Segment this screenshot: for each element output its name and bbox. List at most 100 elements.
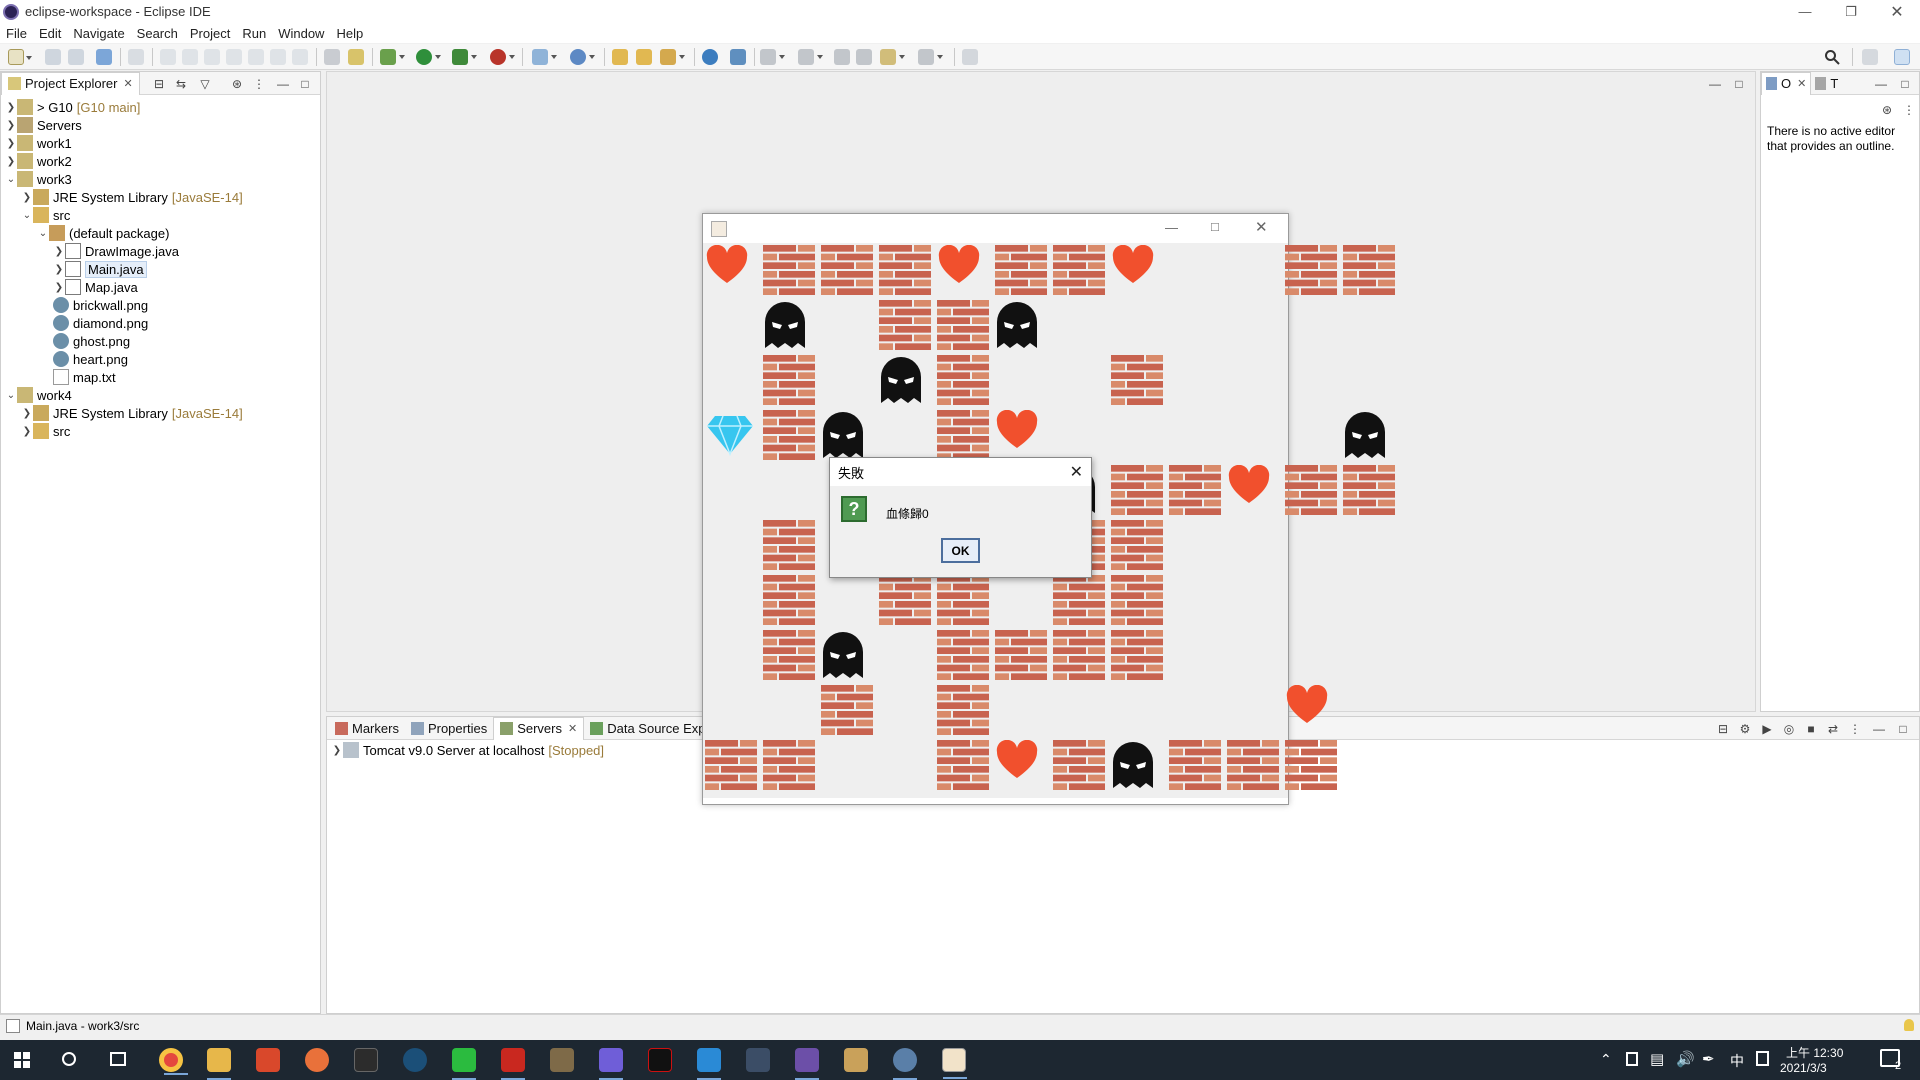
step-over-icon[interactable] bbox=[270, 49, 286, 65]
step-return-icon[interactable] bbox=[292, 49, 308, 65]
next-annotation-icon[interactable] bbox=[760, 49, 785, 65]
office-icon[interactable] bbox=[256, 1048, 280, 1072]
chrome-icon[interactable] bbox=[159, 1048, 188, 1075]
game-minimize-button[interactable]: — bbox=[1165, 220, 1178, 235]
close-tab-icon[interactable]: ✕ bbox=[568, 722, 577, 735]
tree-item-src[interactable]: ⌄ src bbox=[21, 206, 70, 224]
save-icon[interactable] bbox=[45, 49, 61, 65]
view-menu-icon[interactable]: ⋮ bbox=[1901, 98, 1917, 121]
minimize-view-icon[interactable]: — bbox=[275, 72, 291, 95]
volume-icon[interactable]: 🔊 bbox=[1676, 1050, 1695, 1068]
disconnect-icon[interactable] bbox=[226, 49, 242, 65]
firefox-icon[interactable] bbox=[305, 1048, 329, 1072]
pin-editor-icon[interactable] bbox=[962, 49, 978, 65]
start-server-icon[interactable]: ▶ bbox=[1759, 717, 1775, 740]
tree-item-g10[interactable]: ❯ > G10 [G10 main] bbox=[5, 98, 140, 116]
tree-item-work3[interactable]: ⌄ work3 bbox=[5, 170, 72, 188]
dialog-close-icon[interactable]: ✕ bbox=[1070, 462, 1083, 482]
vpn-icon[interactable] bbox=[893, 1048, 917, 1080]
menu-project[interactable]: Project bbox=[184, 26, 236, 41]
tab-data-source-explorer[interactable]: Data Source Explo bbox=[584, 717, 721, 740]
minimize-view-icon[interactable]: — bbox=[1871, 717, 1887, 740]
lightbulb-icon[interactable] bbox=[1904, 1019, 1914, 1031]
close-button[interactable]: ✕ bbox=[1874, 0, 1920, 23]
menu-help[interactable]: Help bbox=[330, 26, 369, 41]
debug-server-icon[interactable]: ⚙ bbox=[1737, 717, 1753, 740]
tree-item-brickwall[interactable]: brickwall.png bbox=[41, 296, 148, 314]
windows-start-icon[interactable] bbox=[14, 1052, 30, 1068]
game-close-button[interactable]: ✕ bbox=[1255, 218, 1268, 236]
tree-item-jre-work4[interactable]: ❯ JRE System Library [JavaSE-14] bbox=[21, 404, 243, 422]
tab-servers[interactable]: Servers ✕ bbox=[493, 716, 585, 740]
terminal-icon[interactable] bbox=[96, 49, 112, 65]
last-edit-icon[interactable] bbox=[834, 49, 850, 65]
new-java-class-icon[interactable] bbox=[570, 49, 595, 65]
tree-item-work2[interactable]: ❯ work2 bbox=[5, 152, 72, 170]
tree-item-maptxt[interactable]: map.txt bbox=[41, 368, 116, 386]
pen-icon[interactable]: ✒ bbox=[1702, 1050, 1715, 1068]
tray-chevron-icon[interactable]: ⌃ bbox=[1600, 1051, 1612, 1068]
tab-outline[interactable]: O ✕ bbox=[1761, 71, 1812, 95]
tab-task-list[interactable]: T bbox=[1811, 72, 1842, 95]
menu-edit[interactable]: Edit bbox=[33, 26, 67, 41]
publish-icon[interactable]: ⇄ bbox=[1825, 717, 1841, 740]
garena-icon[interactable] bbox=[501, 1048, 525, 1080]
java-ee-perspective-icon[interactable] bbox=[1894, 49, 1910, 65]
tree-item-drawimage[interactable]: ❯ DrawImage.java bbox=[53, 242, 179, 260]
eclipse-taskbar-icon[interactable] bbox=[795, 1048, 819, 1080]
new-icon[interactable] bbox=[8, 49, 32, 65]
toggle-mark-icon[interactable] bbox=[730, 49, 746, 65]
file-explorer-icon[interactable] bbox=[207, 1048, 231, 1080]
open-perspective-icon[interactable] bbox=[1862, 49, 1878, 65]
save-all-icon[interactable] bbox=[68, 49, 84, 65]
java-app-icon[interactable] bbox=[942, 1048, 967, 1079]
minimize-button[interactable]: — bbox=[1782, 0, 1828, 23]
discord-icon[interactable] bbox=[599, 1048, 623, 1080]
view-menu-icon[interactable]: ⋮ bbox=[251, 72, 267, 95]
minimize-editor-icon[interactable]: — bbox=[1707, 72, 1723, 95]
battery-icon[interactable] bbox=[1626, 1052, 1638, 1066]
filter-icon[interactable]: ▽ bbox=[197, 72, 213, 95]
forward-icon[interactable] bbox=[918, 49, 943, 65]
search-tool-icon[interactable] bbox=[660, 49, 685, 65]
sync-icon[interactable]: ⊛ bbox=[229, 72, 245, 95]
external-tools-icon[interactable] bbox=[490, 49, 515, 65]
tree-item-default-package[interactable]: ⌄ (default package) bbox=[37, 224, 169, 242]
task-view-icon[interactable] bbox=[110, 1052, 126, 1066]
tree-item-src-work4[interactable]: ❯ src bbox=[21, 422, 70, 440]
search-icon[interactable] bbox=[1824, 49, 1840, 65]
tree-item-ghost[interactable]: ghost.png bbox=[41, 332, 130, 350]
view-menu-icon[interactable]: ⋮ bbox=[1847, 717, 1863, 740]
league-icon[interactable] bbox=[844, 1048, 868, 1072]
previous-annotation-icon[interactable] bbox=[798, 49, 823, 65]
forward-edit-icon[interactable] bbox=[856, 49, 872, 65]
resume-icon[interactable] bbox=[160, 49, 176, 65]
database-app-icon[interactable] bbox=[746, 1048, 770, 1072]
open-task-icon[interactable] bbox=[636, 49, 652, 65]
tab-project-explorer[interactable]: Project Explorer ✕ bbox=[1, 71, 140, 95]
debug-icon[interactable] bbox=[380, 49, 405, 65]
tree-item-work4[interactable]: ⌄ work4 bbox=[5, 386, 72, 404]
use-step-filters-icon[interactable] bbox=[348, 49, 364, 65]
tree-item-jre[interactable]: ❯ JRE System Library [JavaSE-14] bbox=[21, 188, 243, 206]
tree-item-servers[interactable]: ❯ Servers bbox=[5, 116, 82, 134]
menu-file[interactable]: File bbox=[0, 26, 33, 41]
input-mode-icon[interactable] bbox=[1756, 1051, 1769, 1066]
restore-button[interactable]: ❐ bbox=[1828, 0, 1874, 23]
new-server-icon[interactable] bbox=[532, 49, 557, 65]
suspend-icon[interactable] bbox=[182, 49, 198, 65]
vscode-icon[interactable] bbox=[697, 1048, 721, 1080]
terminate-icon[interactable] bbox=[204, 49, 220, 65]
outline-toolbar-icon[interactable]: ⊛ bbox=[1879, 98, 1895, 121]
maximize-view-icon[interactable]: □ bbox=[1897, 72, 1913, 95]
skip-breakpoints-icon[interactable] bbox=[128, 49, 144, 65]
maximize-view-icon[interactable]: □ bbox=[297, 72, 313, 95]
clock-time[interactable]: 上午 12:30 bbox=[1786, 1044, 1843, 1061]
drop-to-frame-icon[interactable] bbox=[324, 49, 340, 65]
network-icon[interactable]: ▤ bbox=[1650, 1050, 1664, 1068]
link-editor-icon[interactable]: ⇆ bbox=[173, 72, 189, 95]
game-app-icon[interactable] bbox=[550, 1048, 574, 1072]
stop-server-icon[interactable]: ■ bbox=[1803, 717, 1819, 740]
minimize-view-icon[interactable]: — bbox=[1873, 72, 1889, 95]
ime-indicator[interactable]: 中 bbox=[1730, 1051, 1744, 1071]
